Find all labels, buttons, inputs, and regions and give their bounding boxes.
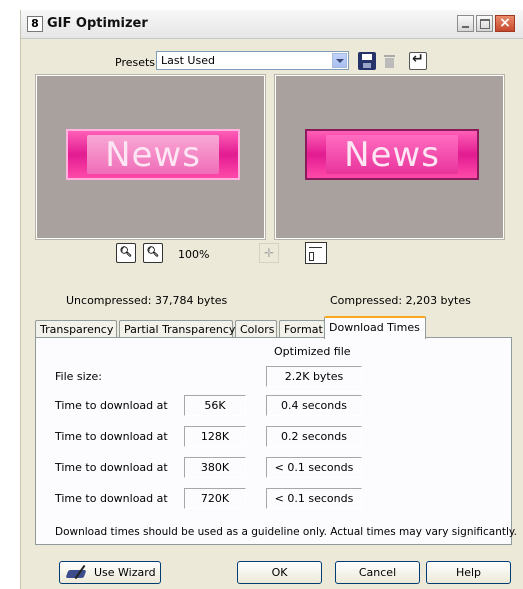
use-wizard-label: Use Wizard xyxy=(94,566,156,579)
file-size-value: 2.2K bytes xyxy=(266,366,362,387)
download-row-speed: 720K xyxy=(184,488,246,509)
delete-preset-icon[interactable] xyxy=(381,52,399,70)
help-button[interactable]: Help xyxy=(426,561,511,584)
presets-label: Presets: xyxy=(115,56,159,69)
optimized-file-header: Optimized file xyxy=(274,345,351,358)
download-row-label: Time to download at xyxy=(55,492,168,505)
wizard-icon xyxy=(65,564,89,581)
ok-label: OK xyxy=(271,566,288,579)
download-row-speed: 56K xyxy=(184,395,246,416)
optimized-banner-text: News xyxy=(344,134,440,175)
optimized-preview[interactable]: News xyxy=(274,74,505,240)
gif-optimizer-window: 8 GIF Optimizer × Presets: Last Used New… xyxy=(20,10,523,589)
download-note: Download times should be used as a guide… xyxy=(55,526,517,538)
import-preset-icon[interactable] xyxy=(409,51,427,70)
tab-format[interactable]: Format xyxy=(279,320,325,338)
tab-download-times[interactable]: Download Times xyxy=(324,316,426,339)
compressed-size: Compressed: 2,203 bytes xyxy=(330,294,471,307)
close-icon[interactable]: × xyxy=(495,15,515,32)
tab-transparency[interactable]: Transparency xyxy=(35,320,117,338)
download-row-time: 0.4 seconds xyxy=(266,395,362,416)
optimized-banner: News xyxy=(305,129,479,180)
save-preset-icon[interactable] xyxy=(358,52,376,70)
title-bar[interactable]: 8 GIF Optimizer × xyxy=(21,10,523,39)
tab-colors[interactable]: Colors xyxy=(235,320,277,338)
original-banner-text: News xyxy=(105,134,201,175)
preview-layout-icon[interactable] xyxy=(305,242,327,264)
use-wizard-button[interactable]: Use Wizard xyxy=(59,561,161,584)
app-icon: 8 xyxy=(27,16,43,32)
download-row-time: < 0.1 seconds xyxy=(266,457,362,478)
presets-value: Last Used xyxy=(161,54,215,67)
download-row-time: 0.2 seconds xyxy=(266,426,362,447)
download-row-speed: 128K xyxy=(184,426,246,447)
download-row-label: Time to download at xyxy=(55,430,168,443)
cancel-label: Cancel xyxy=(358,566,397,579)
maximize-icon[interactable] xyxy=(476,15,493,32)
file-size-label: File size: xyxy=(55,370,102,383)
download-row-time: < 0.1 seconds xyxy=(266,488,362,509)
zoom-out-icon[interactable]: 🔍︎ xyxy=(116,243,136,263)
tab-partial-transparency[interactable]: Partial Transparency xyxy=(119,320,235,338)
window-title: GIF Optimizer xyxy=(47,16,148,31)
pan-icon[interactable]: ✛ xyxy=(259,243,279,263)
presets-dropdown[interactable]: Last Used xyxy=(156,51,349,70)
download-row-label: Time to download at xyxy=(55,399,168,412)
download-row-speed: 380K xyxy=(184,457,246,478)
uncompressed-size: Uncompressed: 37,784 bytes xyxy=(66,294,228,307)
original-banner: News xyxy=(66,129,240,180)
chevron-down-icon[interactable] xyxy=(332,53,347,68)
zoom-level: 100% xyxy=(178,248,210,261)
zoom-in-icon[interactable]: 🔍︎ xyxy=(143,243,163,263)
ok-button[interactable]: OK xyxy=(237,561,322,584)
download-row-label: Time to download at xyxy=(55,461,168,474)
help-label: Help xyxy=(455,566,482,579)
cancel-button[interactable]: Cancel xyxy=(335,561,420,584)
download-times-panel: Optimized file File size: 2.2K bytes Tim… xyxy=(35,337,517,545)
minimize-icon[interactable] xyxy=(457,15,474,32)
original-preview[interactable]: News xyxy=(35,74,266,240)
